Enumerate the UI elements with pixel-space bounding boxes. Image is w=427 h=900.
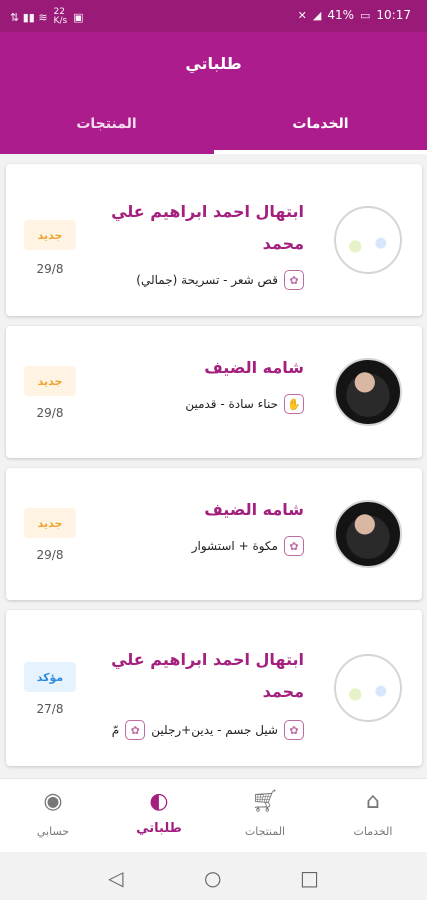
nav-label: طلباتي — [136, 821, 182, 836]
service-label-extra: مّ — [111, 723, 120, 737]
status-badge: جديد — [24, 508, 76, 538]
mute-icon: ✕ — [297, 8, 307, 22]
status-badge: جديد — [24, 366, 76, 396]
avatar — [334, 358, 402, 426]
nav-label: الخدمات — [353, 825, 393, 838]
service-icon: ✋ — [284, 394, 304, 414]
customer-name-cont: محمد — [262, 682, 304, 701]
avatar — [334, 206, 402, 274]
service-icon: ✿ — [284, 720, 304, 740]
signal-icons: ⇅ ▮▮ ≋ — [10, 10, 48, 24]
order-date: 27/8 — [36, 702, 64, 716]
network-speed: 22 K/s — [53, 7, 68, 26]
customer-name: ابتهال احمد ابراهيم علي — [111, 202, 304, 221]
order-date: 29/8 — [36, 262, 64, 276]
notification-icon: ▣ — [73, 10, 84, 24]
status-right: ✕ ◢ 41% ▭ 10:17 — [298, 8, 411, 22]
status-badge: مؤكد — [24, 662, 76, 692]
status-badge: جديد — [24, 220, 76, 250]
avatar — [334, 654, 402, 722]
signal-icon: ◢ — [312, 8, 322, 22]
service-icon: ✿ — [284, 536, 304, 556]
app-bar: طلباتي المنتجات الخدمات — [0, 32, 427, 154]
customer-name: شامه الضيف — [204, 358, 304, 377]
customer-name-cont: محمد — [262, 234, 304, 253]
customer-name: شامه الضيف — [204, 500, 304, 519]
order-card[interactable]: شامه الضيف ✋ حناء سادة - قدمين جديد 29/8 — [6, 326, 422, 458]
home-icon: ⌂ — [366, 789, 380, 814]
orders-list[interactable]: ابتهال احمد ابراهيم علي محمد ✿ قص شعر - … — [0, 154, 427, 776]
orders-icon: ◐ — [149, 789, 169, 814]
status-bar: ⇅ ▮▮ ≋ 22 K/s ▣ ✕ ◢ 41% ▭ 10:17 — [0, 0, 427, 32]
nav-services[interactable]: ⌂ الخدمات — [320, 789, 426, 838]
order-date: 29/8 — [36, 406, 64, 420]
service-row: ✋ حناء سادة - قدمين — [185, 394, 304, 414]
back-icon[interactable]: ◁ — [108, 866, 123, 890]
clock: 10:17 — [376, 8, 411, 22]
account-icon: ◉ — [43, 789, 63, 814]
nav-label: حسابي — [36, 825, 70, 838]
cart-icon: 🛒︎ — [251, 789, 279, 814]
service-icon: ✿ — [284, 270, 304, 290]
nav-label: المنتجات — [244, 825, 286, 838]
service-row: ✿ شيل جسم - يدين+رجلين ✿ مّ — [112, 720, 304, 740]
customer-name: ابتهال احمد ابراهيم علي — [111, 650, 304, 669]
service-row: ✿ قص شعر - تسريحة (جمالي) — [136, 270, 304, 290]
service-label: شيل جسم - يدين+رجلين — [151, 723, 278, 737]
service-icon: ✿ — [125, 720, 146, 740]
nav-products[interactable]: 🛒︎ المنتجات — [212, 789, 318, 838]
page-title: طلباتي — [185, 54, 242, 73]
nav-account[interactable]: ◉ حسابي — [0, 789, 106, 838]
status-left: ⇅ ▮▮ ≋ 22 K/s ▣ — [10, 8, 84, 26]
avatar — [334, 500, 402, 568]
battery-icon: ▭ — [360, 8, 371, 22]
bottom-nav: ◉ حسابي ◐ طلباتي 🛒︎ المنتجات ⌂ الخدمات — [0, 778, 427, 852]
order-card[interactable]: ابتهال احمد ابراهيم علي محمد ✿ شيل جسم -… — [6, 610, 422, 766]
order-card[interactable]: شامه الضيف ✿ مكوة + استشوار جديد 29/8 — [6, 468, 422, 600]
home-circle-icon[interactable]: ○ — [204, 866, 221, 890]
recents-icon[interactable]: □ — [300, 866, 319, 890]
service-label: حناء سادة - قدمين — [185, 397, 278, 411]
nav-orders[interactable]: ◐ طلباتي — [106, 789, 212, 836]
order-date: 29/8 — [36, 548, 64, 562]
order-card[interactable]: ابتهال احمد ابراهيم علي محمد ✿ قص شعر - … — [6, 164, 422, 316]
tab-services[interactable]: الخدمات — [214, 116, 427, 132]
tab-products[interactable]: المنتجات — [0, 116, 213, 132]
service-label: قص شعر - تسريحة (جمالي) — [136, 273, 278, 287]
system-nav-bar: ◁ ○ □ — [0, 852, 427, 900]
service-row: ✿ مكوة + استشوار — [192, 536, 304, 556]
battery-percent: 41% — [327, 8, 354, 22]
service-label: مكوة + استشوار — [191, 539, 278, 553]
